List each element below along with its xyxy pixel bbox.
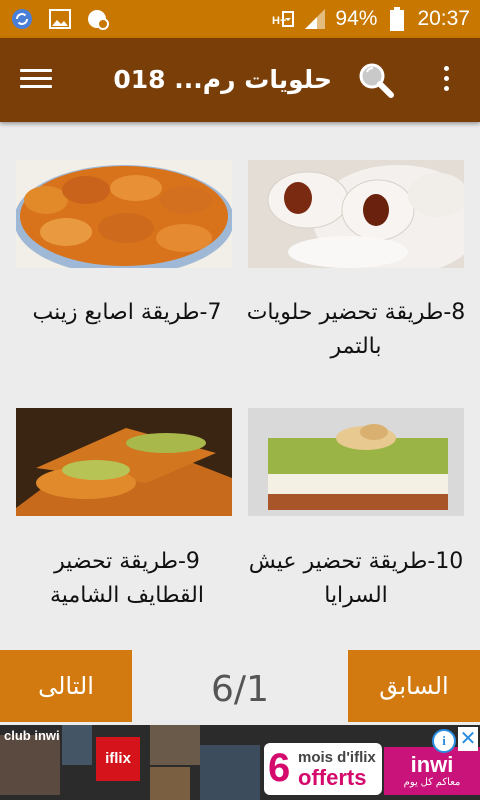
more-vert-icon[interactable]: [436, 66, 456, 98]
search-icon[interactable]: [356, 60, 396, 100]
next-button[interactable]: التالى: [0, 650, 132, 722]
card-title-7[interactable]: 7-طريقة اصابع زينب: [12, 296, 242, 330]
ad-offer-line1: mois d'iflix: [298, 749, 376, 766]
app-bar: حلويات رم... 2018: [0, 38, 480, 122]
card-image-qatayef[interactable]: [16, 408, 232, 516]
inwi-logo: inwi معاكم كل يوم: [384, 747, 480, 795]
card-image-pistachio-dessert[interactable]: [248, 408, 464, 516]
card-title-10[interactable]: 10-طريقة تحضير عيش السرايا: [241, 545, 471, 613]
card-image-date-pastries[interactable]: [248, 160, 464, 268]
ad-offer: 6 mois d'iflix offerts: [264, 743, 382, 795]
status-bar: H+ 94% 20:37: [0, 0, 480, 38]
ad-close-icon[interactable]: ✕: [458, 727, 478, 751]
iflix-logo: iflix: [96, 737, 140, 781]
menu-icon[interactable]: [20, 64, 52, 96]
notification-icon: [86, 7, 110, 31]
previous-button[interactable]: السابق: [348, 650, 480, 722]
card-image-fried-pastries[interactable]: [16, 160, 232, 268]
ad-offer-number: 6: [268, 746, 291, 790]
sync-icon: [10, 7, 34, 31]
ad-brand-name: inwi: [410, 752, 454, 777]
ad-brand-tagline: معاكم كل يوم: [403, 777, 461, 788]
card-title-9[interactable]: 9-طريقة تحضير القطايف الشامية: [12, 545, 242, 613]
battery-icon: [385, 7, 409, 31]
image-icon: [48, 7, 72, 31]
ad-offer-line2: offerts: [298, 765, 367, 790]
signal-icon: [303, 7, 327, 31]
ad-club-tag: club inwi: [4, 728, 60, 743]
ad-info-icon[interactable]: i: [432, 729, 456, 753]
battery-percent: 94%: [335, 7, 378, 30]
card-title-8[interactable]: 8-طريقة تحضير حلويات بالتمر: [241, 296, 471, 364]
ad-banner[interactable]: club inwi iflix 6 mois d'iflix offerts i…: [0, 725, 480, 800]
page-indicator: 6/1: [211, 669, 269, 710]
page-title: حلويات رم... 2018: [112, 65, 332, 94]
sim-icon: H+: [271, 7, 295, 31]
clock: 20:37: [417, 7, 470, 30]
